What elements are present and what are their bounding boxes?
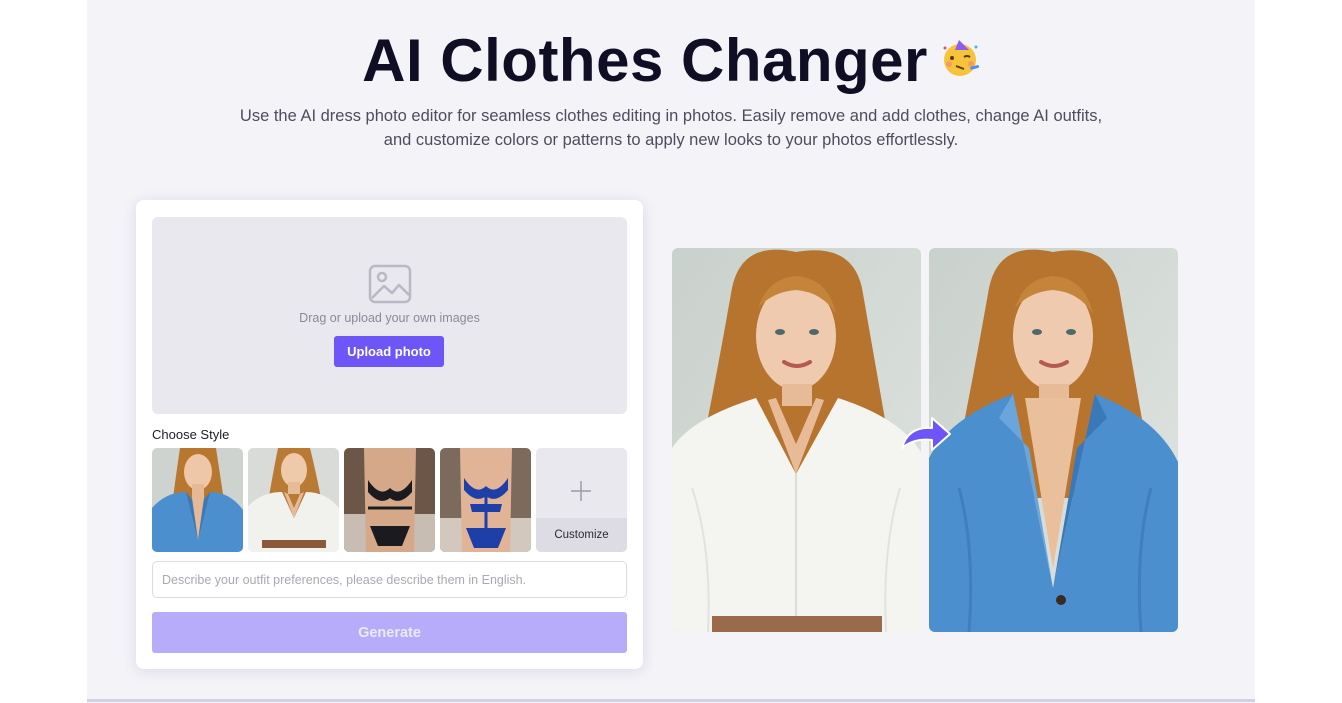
hero-header: AI Clothes Changer (0, 26, 1342, 95)
outfit-description-input[interactable] (152, 561, 627, 598)
style-list: Customize (152, 448, 627, 552)
style-option-blue-lace[interactable] (440, 448, 531, 552)
style-option-blue-blazer[interactable] (152, 448, 243, 552)
party-face-emoji-icon (943, 39, 979, 76)
after-photo (929, 248, 1178, 632)
subtitle-line: Use the AI dress photo editor for seamle… (239, 107, 1103, 125)
page-title: AI Clothes Changer (362, 27, 928, 94)
section-divider (87, 699, 1255, 702)
upload-photo-button[interactable]: Upload photo (334, 336, 444, 367)
curved-arrow-icon (901, 417, 951, 451)
subtitle-line: and customize colors or patterns to appl… (383, 131, 959, 149)
style-option-black-lace[interactable] (344, 448, 435, 552)
choose-style-label: Choose Style (152, 427, 230, 442)
customize-label: Customize (536, 518, 627, 552)
editor-panel: Drag or upload your own images Upload ph… (136, 200, 643, 669)
hero-subtitle: Use the AI dress photo editor for seamle… (200, 104, 1142, 152)
upload-dropzone[interactable]: Drag or upload your own images Upload ph… (152, 217, 627, 414)
dropzone-hint: Drag or upload your own images (299, 311, 480, 325)
style-option-customize[interactable]: Customize (536, 448, 627, 552)
image-icon (368, 264, 412, 304)
generate-button[interactable]: Generate (152, 612, 627, 653)
style-option-white-shirt[interactable] (248, 448, 339, 552)
before-photo (672, 248, 921, 632)
plus-icon (571, 481, 591, 501)
